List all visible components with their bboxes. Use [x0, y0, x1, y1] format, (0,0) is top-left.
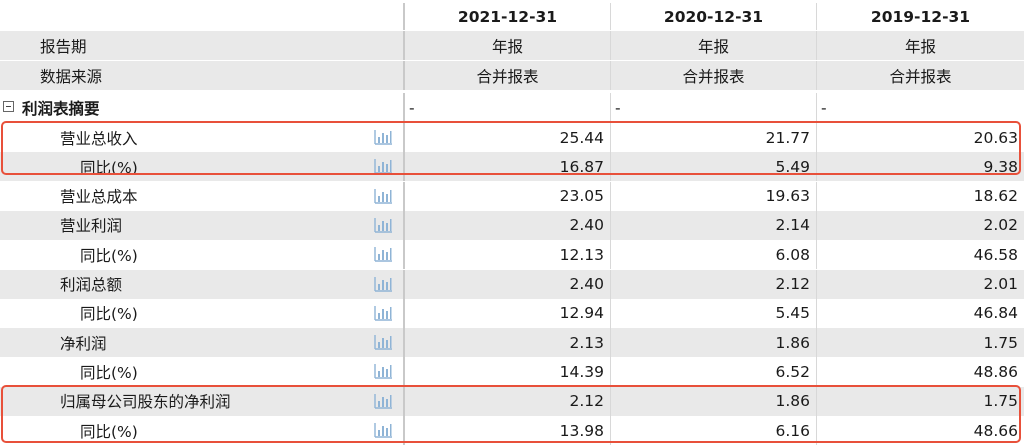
table-row[interactable]: 同比(%) 12.13 6.08 46.58: [0, 240, 1024, 270]
bar-chart-icon[interactable]: [373, 393, 393, 410]
table-header: 2021-12-31 2020-12-31 2019-12-31: [0, 3, 1024, 30]
cell-value-2019: 46.84: [973, 304, 1018, 323]
cell-value: -: [405, 93, 611, 122]
row-label: 营业利润: [60, 217, 123, 236]
cell-value-2021: 2.40: [405, 210, 611, 240]
table-row[interactable]: 营业利润 2.40 2.14 2.02: [0, 210, 1024, 240]
row-label: 同比(%): [80, 246, 138, 265]
report-period-row: 报告期 年报 年报 年报: [0, 31, 1024, 60]
cell-value-2021: 12.94: [405, 298, 611, 328]
cell-value-2021: 14.39: [405, 357, 611, 387]
row-label-cell: 营业总成本: [0, 181, 405, 211]
cell-value: 合并报表: [611, 61, 817, 90]
cell-value-2019: 1.75: [983, 392, 1018, 411]
data-source-row: 数据来源 合并报表 合并报表 合并报表: [0, 61, 1024, 90]
row-label: 同比(%): [80, 305, 138, 324]
cell-value-2021: 23.05: [405, 181, 611, 211]
table-row[interactable]: 营业总成本 23.05 19.63 18.62: [0, 181, 1024, 211]
cell-value-2021: 12.13: [405, 240, 611, 270]
row-label-cell: 同比(%): [0, 416, 405, 445]
row-label: 利润总额: [60, 276, 123, 294]
cell-value-2019: 48.86: [973, 362, 1018, 381]
cell-value-2021: 16.87: [405, 152, 611, 182]
cell-value: 合并报表: [889, 67, 952, 86]
row-label: 同比(%): [80, 158, 138, 177]
cell-value-2020: 6.52: [611, 357, 817, 387]
column-header-2020[interactable]: 2020-12-31: [611, 3, 817, 30]
row-label: 同比(%): [80, 363, 138, 382]
cell-value-2019: 1.75: [983, 333, 1018, 352]
cell-value: -: [611, 93, 817, 122]
row-label-cell: 营业利润: [0, 210, 405, 240]
row-label: 营业总成本: [60, 188, 138, 207]
row-label: 净利润: [60, 334, 107, 353]
table-row[interactable]: 同比(%) 12.94 5.45 46.84: [0, 298, 1024, 328]
bar-chart-icon[interactable]: [373, 217, 393, 234]
bar-chart-icon[interactable]: [373, 246, 393, 263]
row-label-cell: 同比(%): [0, 298, 405, 328]
cell-value-2020: 2.12: [611, 269, 817, 299]
row-label: 同比(%): [80, 422, 138, 441]
bar-chart-icon[interactable]: [373, 188, 393, 205]
cell-value-2020: 6.08: [611, 240, 817, 270]
cell-value-2020: 19.63: [611, 181, 817, 211]
cell-value: 年报: [611, 31, 817, 60]
cell-value-2021: 2.12: [405, 386, 611, 416]
table-row[interactable]: 同比(%) 13.98 6.16 48.66: [0, 416, 1024, 445]
cell-value-2020: 1.86: [611, 328, 817, 358]
collapse-minus-icon[interactable]: [3, 101, 14, 112]
cell-value-2021: 2.13: [405, 328, 611, 358]
cell-value-2020: 6.16: [611, 416, 817, 445]
table-row[interactable]: 同比(%) 14.39 6.52 48.86: [0, 357, 1024, 387]
table-row[interactable]: 归属母公司股东的净利润 2.12 1.86 1.75: [0, 386, 1024, 416]
section-label: 利润表摘要: [22, 99, 100, 118]
cell-value-2020: 5.45: [611, 298, 817, 328]
row-label-cell: 营业总收入: [0, 123, 405, 152]
cell-value-2020: 21.77: [611, 123, 817, 152]
bar-chart-icon[interactable]: [373, 276, 393, 293]
table-row[interactable]: 营业总收入 25.44 21.77 20.63: [0, 123, 1024, 152]
section-label-cell[interactable]: 利润表摘要: [0, 93, 405, 122]
cell-value-2019: 46.58: [973, 245, 1018, 264]
bar-chart-icon[interactable]: [373, 305, 393, 322]
column-header-2019[interactable]: 2019-12-31: [817, 3, 1024, 30]
cell-value-2021: 13.98: [405, 416, 611, 445]
cell-value-2019: 2.01: [983, 275, 1018, 293]
cell-value: 年报: [904, 37, 936, 56]
bar-chart-icon[interactable]: [373, 334, 393, 351]
column-header-2021[interactable]: 2021-12-31: [405, 3, 611, 30]
cell-value-2019: 9.38: [983, 157, 1018, 176]
cell-value: 年报: [405, 31, 611, 60]
row-label: 报告期: [0, 31, 405, 60]
table-row[interactable]: 利润总额 2.40 2.12 2.01: [0, 269, 1024, 299]
cell-value: 合并报表: [405, 61, 611, 90]
table-row[interactable]: 净利润 2.13 1.86 1.75: [0, 328, 1024, 358]
row-label-cell: 净利润: [0, 328, 405, 358]
row-label: 营业总收入: [60, 129, 138, 148]
cell-value-2019: 48.66: [973, 421, 1018, 440]
row-label-cell: 利润总额: [0, 269, 405, 299]
header-label-cell: [0, 3, 405, 30]
row-label: 数据来源: [0, 61, 405, 90]
section-income-summary[interactable]: 利润表摘要 - - -: [0, 93, 1024, 122]
cell-value-2021: 25.44: [405, 123, 611, 152]
bar-chart-icon[interactable]: [373, 158, 393, 175]
cell-value-2020: 5.49: [611, 152, 817, 182]
cell-value-2020: 2.14: [611, 210, 817, 240]
row-label: 归属母公司股东的净利润: [60, 393, 231, 412]
cell-value-2019: 20.63: [973, 128, 1018, 147]
row-label-cell: 归属母公司股东的净利润: [0, 386, 405, 416]
cell-value: -: [821, 98, 827, 117]
row-label-cell: 同比(%): [0, 240, 405, 270]
bar-chart-icon[interactable]: [373, 129, 393, 146]
row-label-cell: 同比(%): [0, 152, 405, 182]
cell-value-2019: 2.02: [983, 216, 1018, 235]
cell-value-2019: 18.62: [973, 187, 1018, 206]
cell-value-2020: 1.86: [611, 386, 817, 416]
bar-chart-icon[interactable]: [373, 363, 393, 380]
cell-value-2021: 2.40: [405, 269, 611, 299]
table-row[interactable]: 同比(%) 16.87 5.49 9.38: [0, 152, 1024, 182]
row-label-cell: 同比(%): [0, 357, 405, 387]
bar-chart-icon[interactable]: [373, 422, 393, 439]
